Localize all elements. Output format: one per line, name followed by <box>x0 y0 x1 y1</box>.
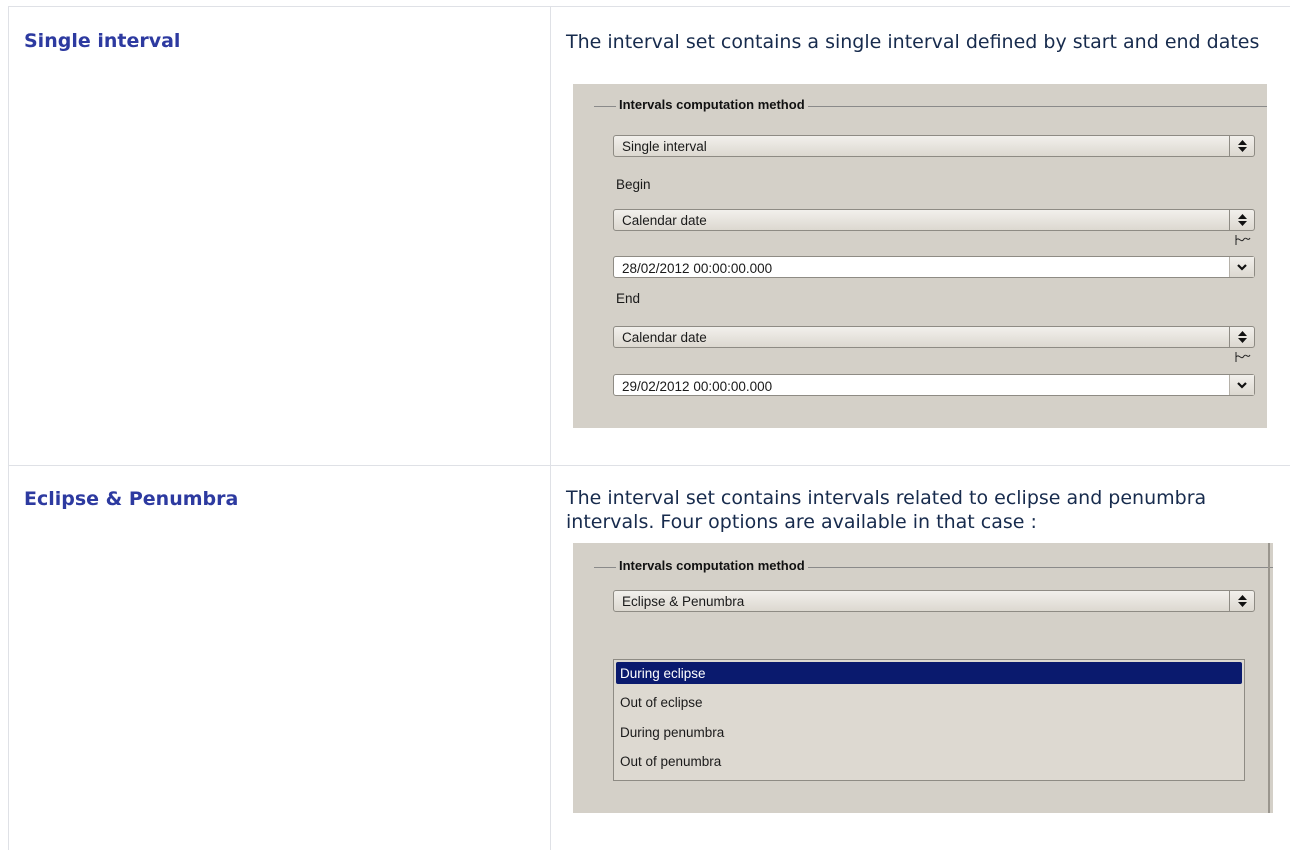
curve-icon[interactable] <box>1235 351 1251 363</box>
description-single-interval: The interval set contains a single inter… <box>566 31 1260 53</box>
method-select[interactable]: Eclipse & Penumbra <box>613 590 1255 612</box>
term-single-interval: Single interval <box>24 30 181 52</box>
end-type-value: Calendar date <box>622 330 707 345</box>
chevron-down-icon[interactable] <box>1229 375 1254 395</box>
panel-scroll-edge <box>1268 543 1270 813</box>
list-item[interactable]: Out of penumbra <box>616 750 1242 772</box>
list-item[interactable]: During penumbra <box>616 721 1242 743</box>
begin-date-value: 28/02/2012 00:00:00.000 <box>622 261 773 276</box>
curve-icon[interactable] <box>1235 234 1251 246</box>
begin-type-select[interactable]: Calendar date <box>613 209 1255 231</box>
updown-arrows-icon <box>1229 591 1254 611</box>
updown-arrows-icon <box>1229 327 1254 347</box>
method-select[interactable]: Single interval <box>613 135 1255 157</box>
chevron-down-icon[interactable] <box>1229 257 1254 277</box>
table-border-left <box>8 6 9 850</box>
column-divider <box>550 6 551 850</box>
list-item[interactable]: During eclipse <box>616 662 1242 684</box>
group-legend: Intervals computation method <box>616 97 808 112</box>
end-type-select[interactable]: Calendar date <box>613 326 1255 348</box>
end-label: End <box>616 291 641 306</box>
begin-type-value: Calendar date <box>622 213 707 228</box>
end-date-field[interactable]: 29/02/2012 00:00:00.000 <box>613 374 1255 396</box>
updown-arrows-icon <box>1229 210 1254 230</box>
method-select-value: Eclipse & Penumbra <box>622 594 745 609</box>
begin-date-field[interactable]: 28/02/2012 00:00:00.000 <box>613 256 1255 278</box>
eclipse-options-list[interactable]: During eclipse Out of eclipse During pen… <box>613 659 1245 781</box>
list-item[interactable]: Out of eclipse <box>616 691 1242 713</box>
table-border-top <box>8 6 1290 7</box>
single-interval-panel: Intervals computation method Single inte… <box>573 84 1267 428</box>
group-legend: Intervals computation method <box>616 558 808 573</box>
term-eclipse-penumbra: Eclipse & Penumbra <box>24 488 239 510</box>
description-eclipse-penumbra: The interval set contains intervals rela… <box>566 487 1207 533</box>
begin-label: Begin <box>616 177 651 192</box>
row-divider <box>8 465 1290 466</box>
end-date-value: 29/02/2012 00:00:00.000 <box>622 379 773 394</box>
method-select-value: Single interval <box>622 139 707 154</box>
updown-arrows-icon <box>1229 136 1254 156</box>
eclipse-penumbra-panel: Intervals computation method Eclipse & P… <box>573 543 1273 813</box>
